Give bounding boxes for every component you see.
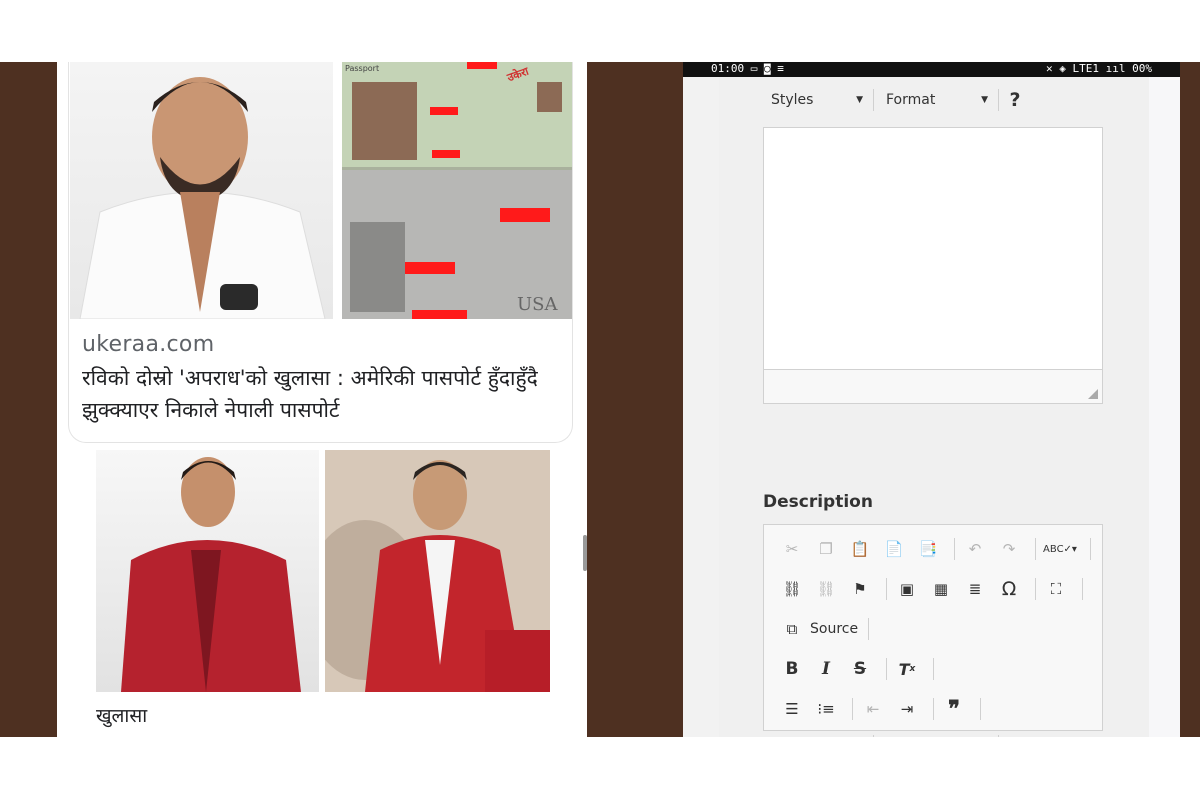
- cut-icon[interactable]: ✂: [778, 535, 806, 563]
- separator: [873, 735, 874, 737]
- text-editor-area[interactable]: [763, 127, 1103, 371]
- bulleted-list-icon[interactable]: ⁝≡: [812, 695, 840, 723]
- separator: [1035, 538, 1036, 560]
- separator: [980, 698, 981, 720]
- separator: [933, 658, 934, 680]
- paste-word-icon[interactable]: 📑: [914, 535, 942, 563]
- anchor-flag-icon[interactable]: ⚑: [846, 575, 874, 603]
- bold-icon[interactable]: B: [778, 655, 806, 683]
- man-portrait-photo: [70, 62, 333, 319]
- help-button[interactable]: ?: [1005, 89, 1025, 111]
- toolbar-row-paragraph: ☰ ⁝≡ ⇤ ⇥ ❞: [778, 695, 987, 723]
- news-panel: Passport उकेरा USA ukeraa.com रविको दोस्…: [57, 62, 587, 737]
- passport-documents-photo: Passport उकेरा USA: [342, 62, 572, 319]
- top-format-row: Styles ▼ Format ▼ ?: [771, 86, 1025, 114]
- separator: [886, 578, 887, 600]
- form-area: Styles ▼ Format ▼ ? Description ✂ ❐ 📋 📄: [719, 77, 1149, 737]
- toolbar-row-insert: ⛓ ⛓ ⚑ ▣ ▦ ≣ Ω ⛶: [778, 575, 1089, 603]
- separator: [852, 698, 853, 720]
- man-red-suit-photo-1: [96, 450, 319, 692]
- help-button[interactable]: ?: [1005, 735, 1025, 737]
- separator: [1035, 578, 1036, 600]
- source-site[interactable]: ukeraa.com: [82, 332, 214, 357]
- blockquote-icon[interactable]: ❞: [940, 695, 968, 723]
- split-handle[interactable]: [583, 535, 587, 571]
- styles-dropdown[interactable]: Styles ▼: [771, 86, 867, 114]
- redo-icon[interactable]: ↷: [995, 535, 1023, 563]
- article-headline[interactable]: रविको दोस्रो 'अपराध'को खुलासा : अमेरिकी …: [82, 362, 562, 426]
- news-card[interactable]: Passport उकेरा USA ukeraa.com रविको दोस्…: [68, 62, 573, 443]
- separator: [886, 658, 887, 680]
- format-label: Format: [886, 92, 936, 108]
- styles-label: Styles: [771, 92, 814, 108]
- separator: [998, 89, 999, 111]
- toolbar-row-basic: B I S Tx: [778, 655, 940, 683]
- source-button[interactable]: ⧉ Source: [778, 615, 858, 643]
- bottom-format-row: Styles ▼ Format ▼ ?: [771, 732, 1025, 737]
- separator: [933, 698, 934, 720]
- chevron-down-icon: ▼: [856, 95, 863, 105]
- man-red-suit-photo-2: [325, 450, 550, 692]
- separator: [868, 618, 870, 640]
- passport-label: Passport: [345, 64, 380, 73]
- gallery-caption: खुलासा: [96, 705, 148, 727]
- image-icon[interactable]: ▣: [893, 575, 921, 603]
- right-gutter: [1149, 77, 1180, 737]
- chevron-down-icon: ▼: [981, 95, 988, 105]
- editor-statusbar: [763, 369, 1103, 404]
- unlink-icon[interactable]: ⛓: [812, 575, 840, 603]
- separator: [1090, 538, 1091, 560]
- separator: [954, 538, 955, 560]
- status-left: 01:00 ▭ ◙ ≡: [711, 62, 784, 75]
- special-character-icon[interactable]: Ω: [995, 575, 1023, 603]
- source-icon: ⧉: [786, 620, 798, 638]
- source-label: Source: [810, 621, 859, 637]
- status-right: ✕ ◈ LTE1 ııl 00%: [1046, 62, 1152, 75]
- italic-icon[interactable]: I: [812, 655, 840, 683]
- paste-text-icon[interactable]: 📄: [880, 535, 908, 563]
- paste-icon[interactable]: 📋: [846, 535, 874, 563]
- copy-icon[interactable]: ❐: [812, 535, 840, 563]
- numbered-list-icon[interactable]: ☰: [778, 695, 806, 723]
- decrease-indent-icon[interactable]: ⇤: [859, 695, 887, 723]
- toolbar-row-source: ⧉ Source: [778, 615, 875, 643]
- undo-icon[interactable]: ↶: [961, 535, 989, 563]
- status-bar: 01:00 ▭ ◙ ≡ ✕ ◈ LTE1 ııl 00%: [683, 62, 1180, 77]
- separator: [1082, 578, 1083, 600]
- editor-panel: 01:00 ▭ ◙ ≡ ✕ ◈ LTE1 ııl 00% Styles ▼ Fo…: [683, 62, 1180, 737]
- strikethrough-icon[interactable]: S: [846, 655, 874, 683]
- horizontal-line-icon[interactable]: ≣: [961, 575, 989, 603]
- format-dropdown[interactable]: Format ▼: [880, 732, 992, 737]
- description-label: Description: [763, 492, 873, 512]
- remove-format-icon[interactable]: Tx: [893, 655, 921, 683]
- table-icon[interactable]: ▦: [927, 575, 955, 603]
- usa-label: USA: [517, 294, 558, 315]
- description-toolbar: ✂ ❐ 📋 📄 📑 ↶ ↷ ABC✓▾ ⛓ ⛓ ⚑ ▣ ▦ ≣ Ω ⛶ ⧉ So…: [763, 524, 1103, 731]
- resize-grip-icon[interactable]: [1088, 389, 1098, 399]
- spellcheck-icon[interactable]: ABC✓▾: [1042, 535, 1078, 563]
- toolbar-row-clipboard: ✂ ❐ 📋 📄 📑 ↶ ↷ ABC✓▾: [778, 535, 1097, 563]
- maximize-icon[interactable]: ⛶: [1042, 575, 1070, 603]
- format-dropdown[interactable]: Format ▼: [880, 86, 992, 114]
- increase-indent-icon[interactable]: ⇥: [893, 695, 921, 723]
- separator: [873, 89, 874, 111]
- link-icon[interactable]: ⛓: [778, 575, 806, 603]
- styles-dropdown[interactable]: Styles ▼: [771, 732, 867, 737]
- separator: [998, 735, 999, 737]
